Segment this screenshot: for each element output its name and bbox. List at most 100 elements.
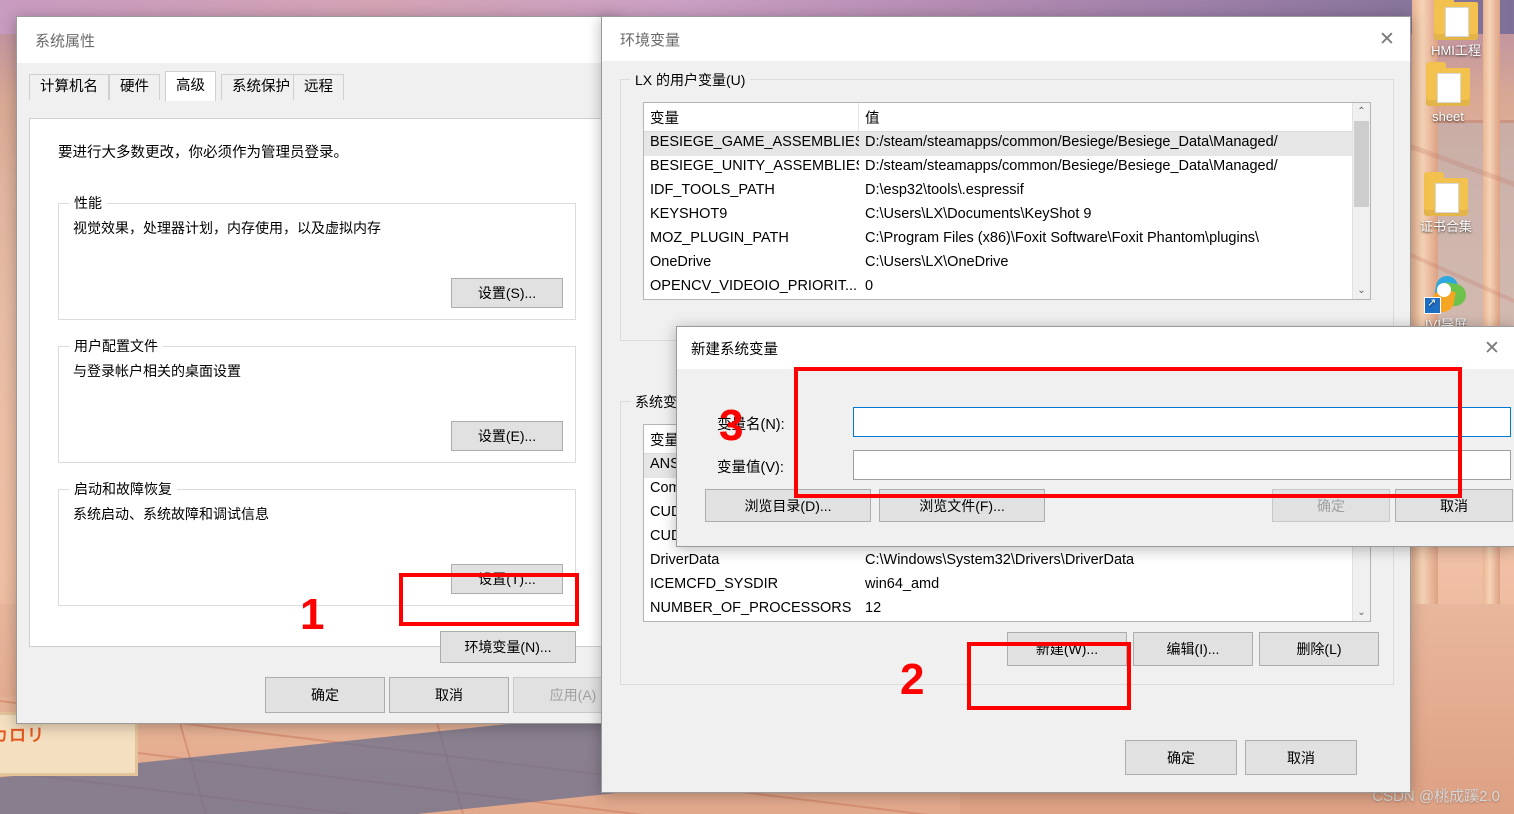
annotation-number-2: 2 xyxy=(900,655,925,704)
new-variable-titlebar: 新建系统变量 ✕ xyxy=(677,327,1514,369)
variable-value: D:\esp32\tools\.espressif xyxy=(865,182,1024,198)
variable-value: 12 xyxy=(865,600,882,616)
startup-recovery-group: 启动和故障恢复 系统启动、系统故障和调试信息 设置(T)... xyxy=(58,479,576,606)
user-variables-scrollbar[interactable]: ⌃ ⌄ xyxy=(1352,103,1370,299)
variable-name: NUMBER_OF_PROCESSORS xyxy=(650,600,852,616)
close-icon[interactable]: ✕ xyxy=(1364,17,1410,61)
chevron-up-icon[interactable]: ⌃ xyxy=(1353,103,1370,120)
variable-value-label: 变量值(V): xyxy=(717,460,784,476)
desktop-icon-label: 证书合集 xyxy=(1419,219,1472,234)
variable-value: C:\Users\LX\OneDrive xyxy=(865,254,1009,270)
close-icon[interactable]: ✕ xyxy=(1469,326,1514,370)
desktop-icon-certs[interactable]: 证书合集 xyxy=(1398,172,1494,234)
table-row[interactable]: ICEMCFD_SYSDIR win64_amd xyxy=(644,574,1370,598)
annotation-number-3: 3 xyxy=(719,401,744,450)
performance-description: 视觉效果，处理器计划，内存使用，以及虚拟内存 xyxy=(73,220,381,236)
table-row[interactable]: BESIEGE_GAME_ASSEMBLIES D:/steam/steamap… xyxy=(644,132,1370,156)
new-system-variable-dialog: 新建系统变量 ✕ 变量名(N): 变量值(V): 浏览目录(D)... 浏览文件… xyxy=(676,326,1514,547)
chevron-down-icon[interactable]: ⌄ xyxy=(1353,604,1370,621)
window-title: 系统属性 xyxy=(35,32,96,50)
variable-value: C:\Program Files (x86)\Foxit Software\Fo… xyxy=(865,230,1260,246)
env-variables-cancel-button[interactable]: 取消 xyxy=(1245,740,1357,775)
chevron-down-icon[interactable]: ⌄ xyxy=(1353,282,1370,299)
user-variables-label: LX 的用户变量(U) xyxy=(630,70,751,90)
tab-hardware[interactable]: 硬件 xyxy=(109,74,160,100)
new-variable-cancel-button[interactable]: 取消 xyxy=(1395,489,1513,522)
env-variables-ok-button[interactable]: 确定 xyxy=(1125,740,1237,775)
table-row[interactable]: MOZ_PLUGIN_PATH C:\Program Files (x86)\F… xyxy=(644,228,1370,252)
window-title: 新建系统变量 xyxy=(691,341,778,358)
variable-name-input[interactable] xyxy=(853,407,1511,437)
window-title: 环境变量 xyxy=(620,31,681,49)
variable-name: BESIEGE_UNITY_ASSEMBLIES xyxy=(650,158,859,174)
app-swirl-icon xyxy=(1424,274,1468,314)
folder-icon xyxy=(1424,172,1468,216)
variable-value: C:\Windows\System32\Drivers\DriverData xyxy=(865,552,1135,568)
performance-group-label: 性能 xyxy=(69,193,107,213)
variable-value: D:/steam/steamapps/common/Besiege/Besieg… xyxy=(865,134,1278,150)
performance-group: 性能 视觉效果，处理器计划，内存使用，以及虚拟内存 设置(S)... xyxy=(58,193,576,320)
user-profiles-group-label: 用户配置文件 xyxy=(69,336,163,356)
variable-value: C:\Users\LX\Documents\KeyShot 9 xyxy=(865,206,1092,222)
advanced-tab-panel: 要进行大多数更改，你必须作为管理员登录。 性能 视觉效果，处理器计划，内存使用，… xyxy=(29,118,605,663)
system-properties-titlebar: 系统属性 xyxy=(17,17,617,63)
new-variable-ok-button: 确定 xyxy=(1272,489,1390,522)
edit-system-variable-button[interactable]: 编辑(I)... xyxy=(1133,632,1253,666)
system-properties-cancel-button[interactable]: 取消 xyxy=(389,677,509,713)
variable-value-input[interactable] xyxy=(853,450,1511,480)
table-row[interactable]: OPENCV_VIDEOIO_PRIORIT... 0 xyxy=(644,276,1370,299)
variable-value: win64_amd xyxy=(865,576,940,592)
table-row[interactable]: DriverData C:\Windows\System32\Drivers\D… xyxy=(644,550,1370,574)
tab-computer-name[interactable]: 计算机名 xyxy=(29,74,109,100)
desktop-icon-hmi[interactable]: HMI工程 xyxy=(1408,0,1504,58)
startup-recovery-group-label: 启动和故障恢复 xyxy=(69,479,177,499)
admin-notice-text: 要进行大多数更改，你必须作为管理员登录。 xyxy=(58,145,348,161)
user-profiles-description: 与登录帐户相关的桌面设置 xyxy=(73,363,241,379)
user-variables-list[interactable]: 变量 值 BESIEGE_GAME_ASSEMBLIES D:/steam/st… xyxy=(643,102,1371,300)
tab-system-protection[interactable]: 系统保护 xyxy=(221,74,301,100)
user-variables-group: LX 的用户变量(U) 变量 值 BESIEGE_GAME_ASSEMBLIES… xyxy=(620,70,1394,341)
table-row[interactable]: OneDrive C:\Users\LX\OneDrive xyxy=(644,252,1370,276)
env-variables-button[interactable]: 环境变量(N)... xyxy=(440,631,576,663)
performance-settings-button[interactable]: 设置(S)... xyxy=(451,278,563,308)
column-header-value: 值 xyxy=(865,111,880,127)
table-row[interactable]: KEYSHOT9 C:\Users\LX\Documents\KeyShot 9 xyxy=(644,204,1370,228)
variable-value: D:/steam/steamapps/common/Besiege/Besieg… xyxy=(865,158,1278,174)
table-row[interactable]: NUMBER_OF_PROCESSORS 12 xyxy=(644,598,1370,621)
desktop-icon-label: HMI工程 xyxy=(1431,43,1481,58)
startup-recovery-description: 系统启动、系统故障和调试信息 xyxy=(73,506,269,522)
variable-name: MOZ_PLUGIN_PATH xyxy=(650,230,789,246)
table-row[interactable]: IDF_TOOLS_PATH D:\esp32\tools\.espressif xyxy=(644,180,1370,204)
background-sign-text: カロリ xyxy=(0,726,45,745)
browse-directory-button[interactable]: 浏览目录(D)... xyxy=(705,489,871,522)
tab-advanced[interactable]: 高级 xyxy=(165,71,216,101)
user-profiles-settings-button[interactable]: 设置(E)... xyxy=(451,421,563,451)
variable-name: ICEMCFD_SYSDIR xyxy=(650,576,779,592)
startup-recovery-settings-button[interactable]: 设置(T)... xyxy=(451,564,563,594)
tab-remote[interactable]: 远程 xyxy=(293,74,344,100)
variable-name: DriverData xyxy=(650,552,720,568)
user-profiles-group: 用户配置文件 与登录帐户相关的桌面设置 设置(E)... xyxy=(58,336,576,463)
variable-name: KEYSHOT9 xyxy=(650,206,728,222)
variable-name: OneDrive xyxy=(650,254,712,270)
shortcut-overlay-icon xyxy=(1424,296,1441,314)
desktop-icon-sheet[interactable]: sheet xyxy=(1400,62,1496,124)
table-row[interactable]: BESIEGE_UNITY_ASSEMBLIES D:/steam/steama… xyxy=(644,156,1370,180)
folder-icon xyxy=(1426,62,1470,106)
new-system-variable-button[interactable]: 新建(W)... xyxy=(1007,632,1127,666)
new-variable-body: 变量名(N): 变量值(V): 浏览目录(D)... 浏览文件(F)... 确定… xyxy=(677,369,1514,546)
annotation-number-1: 1 xyxy=(300,590,325,639)
desktop-icon-ivi[interactable]: IVI导屏 xyxy=(1398,274,1494,332)
delete-system-variable-button[interactable]: 删除(L) xyxy=(1259,632,1379,666)
environment-variables-titlebar: 环境变量 ✕ xyxy=(602,17,1410,61)
system-properties-ok-button[interactable]: 确定 xyxy=(265,677,385,713)
browse-file-button[interactable]: 浏览文件(F)... xyxy=(879,489,1045,522)
folder-icon xyxy=(1434,0,1478,40)
column-header-variable: 变量 xyxy=(644,103,859,131)
variable-name: BESIEGE_GAME_ASSEMBLIES xyxy=(650,134,859,150)
desktop-icon-label: sheet xyxy=(1432,109,1464,124)
variable-name: IDF_TOOLS_PATH xyxy=(650,182,775,198)
system-properties-tabs: 计算机名 硬件 高级 系统保护 远程 xyxy=(29,71,617,101)
scrollbar-thumb[interactable] xyxy=(1354,121,1369,207)
variable-name: OPENCV_VIDEOIO_PRIORIT... xyxy=(650,278,858,294)
